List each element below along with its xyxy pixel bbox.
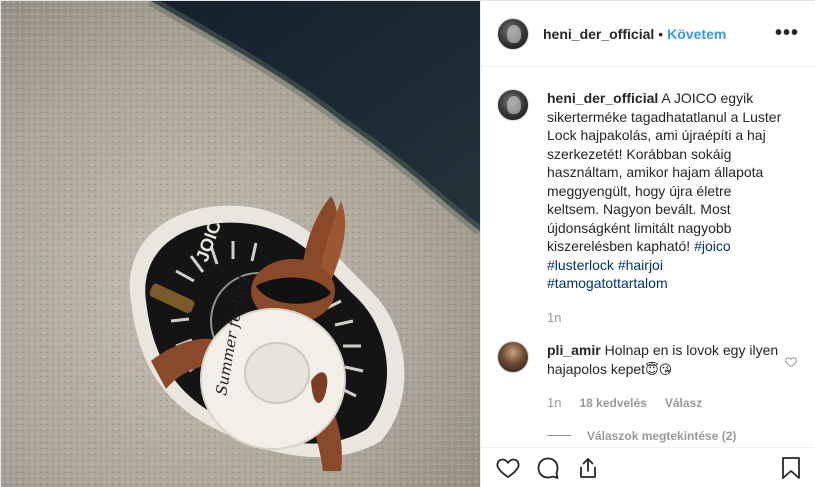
comment-meta: 1n 18 kedvelés Válasz <box>547 394 787 413</box>
replies-line <box>547 435 571 437</box>
bookmark-icon[interactable] <box>780 456 802 480</box>
hashtag-tamogatottartalom[interactable]: #tamogatottartalom <box>547 275 668 291</box>
hashtag-joico[interactable]: #joico <box>694 238 731 254</box>
caption: heni_der_official A JOICO egyik sikerter… <box>497 89 799 327</box>
view-replies-label[interactable]: Válaszok megtekintése (2) <box>587 427 736 446</box>
comments-section: heni_der_official A JOICO egyik sikerter… <box>481 67 815 447</box>
beach-photo-illustration: JOICO Summer feeling <box>1 1 480 487</box>
action-bar <box>481 447 815 487</box>
reply-button[interactable]: Válasz <box>665 394 702 413</box>
caption-username[interactable]: heni_der_official <box>547 90 658 106</box>
view-replies[interactable]: Válaszok megtekintése (2) <box>547 427 787 446</box>
commenter-avatar[interactable] <box>497 341 529 373</box>
separator-dot: • <box>658 25 664 42</box>
comment-body: pli_amir Holnap en is lovok egy ilyen ha… <box>547 341 787 445</box>
comment-likes[interactable]: 18 kedvelés <box>579 394 646 413</box>
more-options-icon[interactable]: ••• <box>775 23 799 43</box>
author-avatar[interactable] <box>497 17 529 50</box>
hashtag-lusterlock[interactable]: #lusterlock <box>547 257 614 273</box>
comment-like-heart-icon[interactable] <box>785 355 797 371</box>
comment-emojis: 😇😘 <box>645 362 673 378</box>
hashtag-hairjoi[interactable]: #hairjoi <box>618 257 663 273</box>
author-username[interactable]: heni_der_official <box>543 26 654 42</box>
follow-button[interactable]: Követem <box>667 26 726 42</box>
share-icon[interactable] <box>575 456 601 480</box>
caption-text: A JOICO egyik sikerterméke tagadhatatlan… <box>547 90 782 254</box>
caption-author-avatar[interactable] <box>497 89 529 121</box>
commenter-username[interactable]: pli_amir <box>547 342 601 358</box>
comment-item: pli_amir Holnap en is lovok egy ilyen ha… <box>497 341 799 445</box>
heart-icon[interactable] <box>495 456 521 480</box>
comment-icon[interactable] <box>535 456 561 480</box>
comment-timestamp[interactable]: 1n <box>547 394 561 413</box>
post-header: heni_der_official • Követem ••• <box>481 1 815 67</box>
post-sidebar: heni_der_official • Követem ••• heni_der… <box>480 1 815 487</box>
instagram-post: JOICO Summer feeling heni_der_official •… <box>0 0 815 487</box>
caption-body: heni_der_official A JOICO egyik sikerter… <box>547 89 787 327</box>
caption-timestamp[interactable]: 1n <box>547 309 787 328</box>
post-photo[interactable]: JOICO Summer feeling <box>1 1 480 487</box>
